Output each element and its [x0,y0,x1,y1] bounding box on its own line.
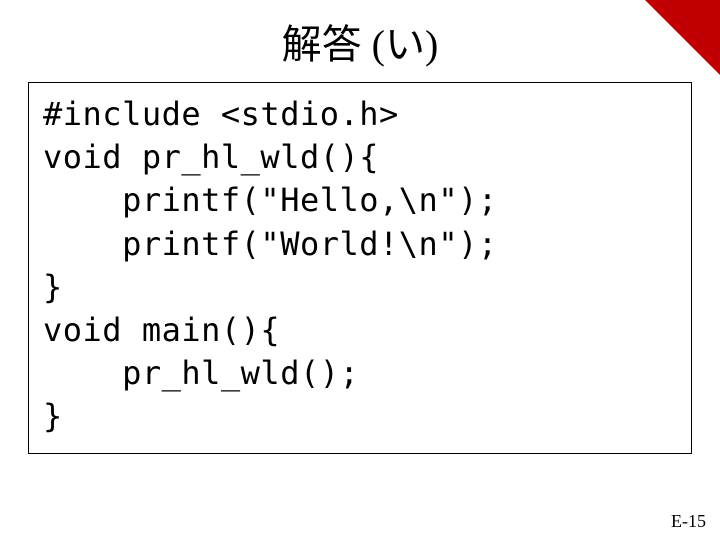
code-line: printf("World!\n"); [43,225,498,263]
page-number: E-15 [671,511,706,532]
code-block: #include <stdio.h> void pr_hl_wld(){ pri… [43,93,677,439]
corner-accent [645,0,720,75]
slide-title: 解答 (い) [0,0,720,82]
code-line: #include <stdio.h> [43,95,399,133]
code-line: pr_hl_wld(); [43,354,359,392]
code-line: void pr_hl_wld(){ [43,138,379,176]
code-line: } [43,268,63,306]
slide: 解答 (い) #include <stdio.h> void pr_hl_wld… [0,0,720,540]
code-line: } [43,397,63,435]
code-line: void main(){ [43,311,280,349]
code-box: #include <stdio.h> void pr_hl_wld(){ pri… [28,82,692,454]
code-line: printf("Hello,\n"); [43,181,498,219]
